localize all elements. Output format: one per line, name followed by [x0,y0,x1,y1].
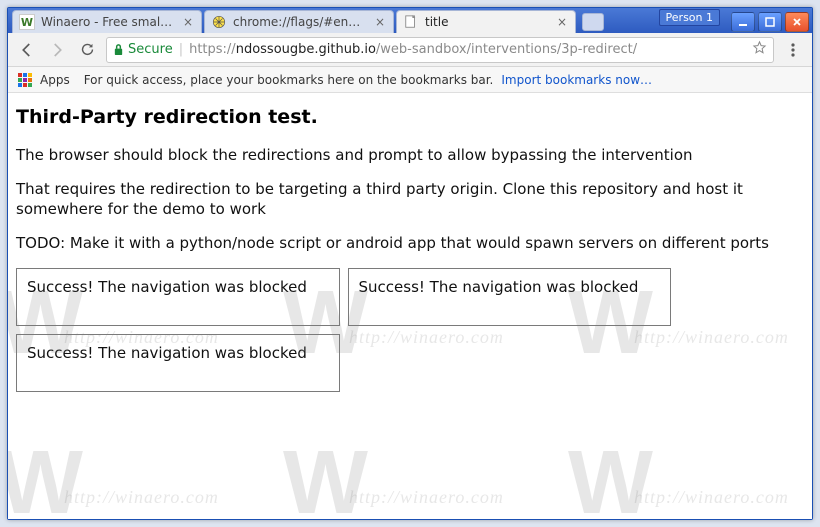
toolbar: Secure | https://ndossougbe.github.io/we… [8,33,812,67]
lock-icon [113,43,124,56]
watermark-logo: W [283,423,369,519]
tab-strip: W Winaero - Free small… × chrome://flags… [8,8,731,33]
page-heading: Third-Party redirection test. [16,105,804,131]
secure-label: Secure [128,42,173,57]
reload-button[interactable] [76,39,98,61]
window-controls [731,8,812,33]
bookmarks-hint: For quick access, place your bookmarks h… [84,73,494,87]
tab-2[interactable]: title × [396,10,576,33]
iframe-result-1: Success! The navigation was blocked [16,268,340,326]
apps-icon[interactable] [18,73,32,87]
separator: | [179,42,183,57]
window-close-button[interactable] [785,12,809,32]
url-path: /web-sandbox/interventions/3p-redirect/ [376,42,637,57]
iframe-result-2: Success! The navigation was blocked [348,268,672,326]
favicon-default [403,14,419,30]
tab-title: title [425,15,549,29]
back-button[interactable] [16,39,38,61]
bookmarks-bar: Apps For quick access, place your bookma… [8,67,812,93]
tab-0[interactable]: W Winaero - Free small… × [12,10,202,33]
bookmark-star-icon[interactable] [752,40,767,59]
tab-title: Winaero - Free small… [41,15,175,29]
paragraph-3: TODO: Make it with a python/node script … [16,233,804,253]
new-tab-button[interactable] [582,13,604,31]
frame-msg: Success! The navigation was blocked [27,278,307,296]
apps-label[interactable]: Apps [40,73,70,87]
close-icon[interactable]: × [181,15,195,29]
titlebar: W Winaero - Free small… × chrome://flags… [8,8,812,33]
watermark-url: http://winaero.com [349,485,504,509]
close-icon[interactable]: × [373,15,387,29]
watermark-logo: W [8,423,84,519]
watermark-url: http://winaero.com [634,485,789,509]
forward-button[interactable] [46,39,68,61]
close-icon[interactable]: × [555,15,569,29]
watermark-url: http://winaero.com [64,485,219,509]
tab-1[interactable]: chrome://flags/#enab… × [204,10,394,33]
browser-window: W Winaero - Free small… × chrome://flags… [7,7,813,520]
profile-badge[interactable]: Person 1 [659,9,720,26]
tab-title: chrome://flags/#enab… [233,15,367,29]
paragraph-1: The browser should block the redirection… [16,145,804,165]
url-scheme: https:// [189,42,236,57]
watermark-logo: W [568,423,654,519]
favicon-winaero: W [19,14,35,30]
address-bar[interactable]: Secure | https://ndossougbe.github.io/we… [106,37,774,63]
url-host: ndossougbe.github.io [236,42,376,57]
frame-msg: Success! The navigation was blocked [27,344,307,362]
secure-indicator: Secure [113,42,173,57]
frame-msg: Success! The navigation was blocked [359,278,639,296]
paragraph-2: That requires the redirection to be targ… [16,179,804,220]
favicon-flags [211,14,227,30]
page-content: Third-Party redirection test. The browse… [8,93,812,519]
iframe-grid: Success! The navigation was blocked Succ… [16,268,671,392]
menu-button[interactable] [782,39,804,61]
import-bookmarks-link[interactable]: Import bookmarks now… [501,73,652,87]
maximize-button[interactable] [758,12,782,32]
url: https://ndossougbe.github.io/web-sandbox… [189,42,637,57]
minimize-button[interactable] [731,12,755,32]
iframe-result-3: Success! The navigation was blocked [16,334,340,392]
profile-label: Person 1 [666,11,713,24]
